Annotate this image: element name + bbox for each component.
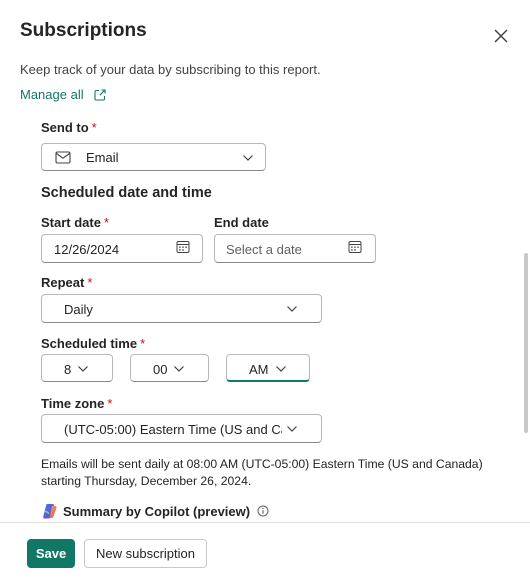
send-to-value: Email (86, 150, 119, 165)
end-date-label: End date (214, 215, 269, 230)
close-icon[interactable] (492, 27, 510, 45)
panel-description: Keep track of your data by subscribing t… (20, 62, 321, 77)
start-date-label: Start date * (41, 215, 110, 230)
footer-divider (0, 522, 530, 523)
minute-dropdown[interactable]: 00 (130, 354, 209, 382)
end-date-input[interactable]: Select a date (214, 234, 376, 263)
time-zone-value: (UTC-05:00) Eastern Time (US and Canada) (64, 422, 282, 437)
repeat-value: Daily (64, 302, 93, 317)
info-icon[interactable] (257, 505, 269, 517)
end-date-placeholder: Select a date (226, 242, 302, 257)
time-zone-label: Time zone * (41, 396, 113, 411)
calendar-icon[interactable] (348, 240, 362, 254)
manage-all-label: Manage all (20, 87, 84, 102)
repeat-label: Repeat * (41, 275, 93, 290)
external-link-icon (94, 88, 106, 101)
mail-icon (55, 151, 71, 164)
chevron-down-icon (174, 366, 184, 372)
chevron-down-icon (243, 155, 253, 161)
hour-dropdown[interactable]: 8 (41, 354, 113, 382)
copilot-summary-label: Summary by Copilot (preview) (63, 503, 251, 519)
subscriptions-panel: Subscriptions Keep track of your data by… (0, 0, 530, 585)
chevron-down-icon (287, 306, 297, 312)
start-date-input[interactable]: 12/26/2024 (41, 234, 203, 263)
manage-all-link[interactable]: Manage all (20, 87, 107, 102)
schedule-section-title: Scheduled date and time (41, 185, 212, 201)
new-subscription-button[interactable]: New subscription (84, 539, 207, 568)
hour-value: 8 (64, 362, 72, 377)
save-button[interactable]: Save (27, 539, 75, 568)
start-date-value: 12/26/2024 (54, 242, 120, 257)
time-zone-dropdown[interactable]: (UTC-05:00) Eastern Time (US and Canada) (41, 414, 322, 443)
send-to-dropdown[interactable]: Email (41, 143, 266, 171)
period-value: AM (249, 362, 269, 377)
period-dropdown[interactable]: AM (226, 354, 310, 382)
copilot-icon (43, 504, 57, 519)
scheduled-time-label: Scheduled time * (41, 336, 146, 351)
chevron-down-icon (78, 366, 88, 372)
chevron-down-icon (287, 426, 297, 432)
calendar-icon[interactable] (176, 240, 190, 254)
chevron-down-icon (276, 366, 286, 372)
minute-value: 00 (153, 362, 168, 377)
panel-title: Subscriptions (20, 20, 147, 41)
schedule-summary-text: Emails will be sent daily at 08:00 AM (U… (41, 457, 483, 488)
copilot-summary-row: Summary by Copilot (preview) (41, 502, 269, 520)
send-to-label: Send to * (41, 120, 97, 135)
repeat-dropdown[interactable]: Daily (41, 294, 322, 323)
scrollbar-thumb[interactable] (524, 253, 528, 433)
